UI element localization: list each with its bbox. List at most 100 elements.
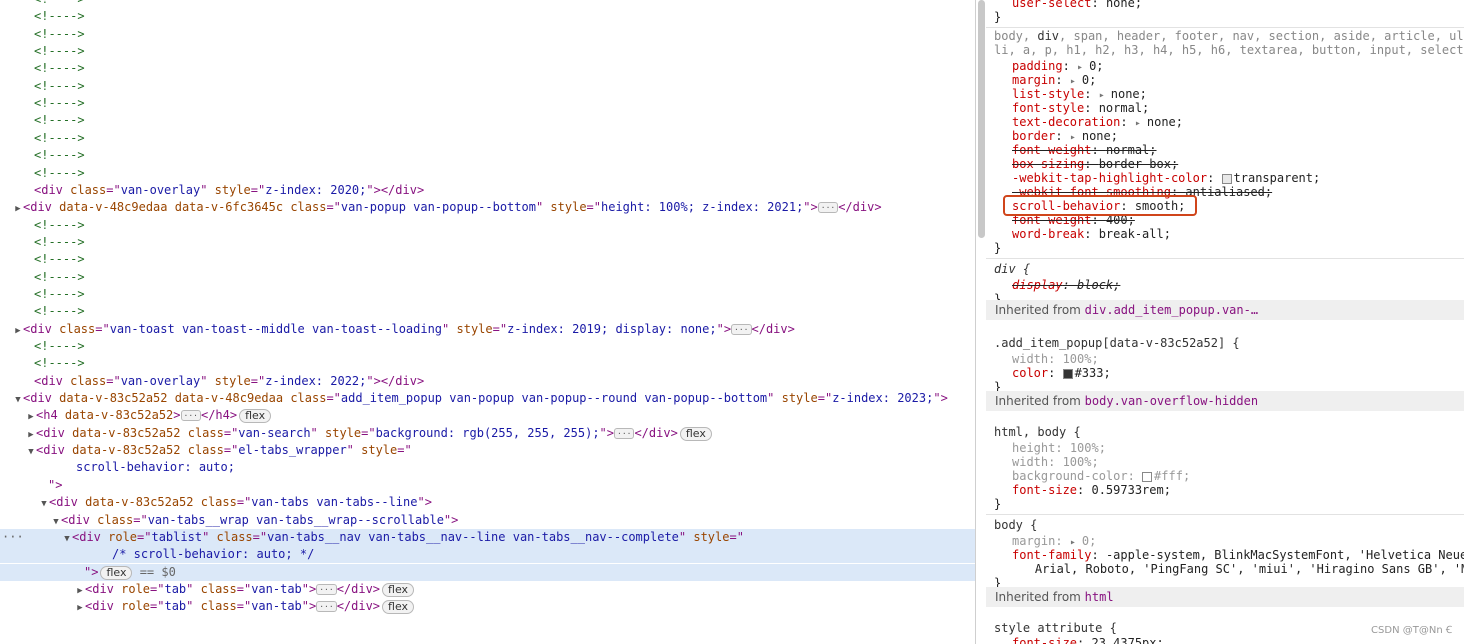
css-property[interactable]: font-style: normal; <box>1012 101 1464 115</box>
dom-node-line[interactable]: <!----> <box>0 60 975 77</box>
dom-node-line[interactable]: ▼ <div data-v-83c52a52 data-v-48c9edaa cl… <box>0 390 975 407</box>
expand-shorthand-icon[interactable]: ▸ <box>1070 537 1082 548</box>
dom-node-line[interactable]: <!----> <box>0 43 975 60</box>
property-value[interactable]: 100%; <box>1063 352 1099 366</box>
css-selector[interactable]: li, a, p, h1, h2, h3, h4, h5, h6, textar… <box>994 43 1464 57</box>
dom-node-line[interactable]: <!----> <box>0 0 975 8</box>
property-value[interactable]: 0; <box>1082 73 1096 87</box>
dom-node-line[interactable]: <div class="van-overlay" style="z-index:… <box>0 373 975 390</box>
flex-badge[interactable]: flex <box>382 582 415 597</box>
dom-node-line[interactable]: ▶ <div role="tab" class="van-tab"> ··· </di… <box>0 581 975 598</box>
css-property[interactable]: font-size: 0.59733rem; <box>1012 483 1464 497</box>
styles-scrollbar[interactable] <box>978 0 985 238</box>
property-value[interactable]: #333; <box>1075 366 1111 380</box>
property-value[interactable]: break-all; <box>1099 227 1171 241</box>
property-name[interactable]: box-sizing <box>1012 157 1084 171</box>
css-selector[interactable]: .add_item_popup[data-v-83c52a52] { <box>994 336 1464 350</box>
dom-node-line[interactable]: <!----> <box>0 165 975 182</box>
property-name[interactable]: width <box>1012 455 1048 469</box>
collapse-triangle-icon[interactable]: ▼ <box>62 531 72 546</box>
property-name[interactable]: -webkit-tap-highlight-color <box>1012 171 1207 185</box>
css-property[interactable]: box-sizing: border-box; <box>1012 157 1464 171</box>
dom-node-line[interactable]: <!----> <box>0 26 975 43</box>
property-value[interactable]: none; <box>1111 87 1147 101</box>
property-value[interactable]: antialiased; <box>1185 185 1272 199</box>
property-name[interactable]: text-decoration <box>1012 115 1120 129</box>
property-name[interactable]: width <box>1012 352 1048 366</box>
expand-shorthand-icon[interactable]: ▸ <box>1070 76 1082 87</box>
dom-node-line[interactable]: <!----> <box>0 251 975 268</box>
flex-badge[interactable]: flex <box>239 409 272 424</box>
property-value[interactable]: 0; <box>1082 534 1096 548</box>
property-name[interactable]: list-style <box>1012 87 1084 101</box>
property-name[interactable]: font-size <box>1012 636 1077 644</box>
expand-shorthand-icon[interactable]: ▸ <box>1070 132 1082 143</box>
dom-node-line[interactable]: <!----> <box>0 112 975 129</box>
dom-node-line[interactable]: <!----> <box>0 8 975 25</box>
dom-node-line[interactable]: <!----> <box>0 355 975 372</box>
dom-node-line[interactable]: <!----> <box>0 95 975 112</box>
dom-node-line[interactable]: "> flex == $0 <box>0 563 975 581</box>
expand-shorthand-icon[interactable]: ▸ <box>1077 62 1089 73</box>
inherited-source-link[interactable]: body.van-overflow-hidden <box>1085 394 1258 408</box>
ellipsis-button[interactable]: ··· <box>180 410 201 422</box>
property-value[interactable]: 0; <box>1089 59 1103 73</box>
property-name[interactable]: font-style <box>1012 101 1084 115</box>
property-value[interactable]: 23.4375px; <box>1091 636 1163 644</box>
flex-badge[interactable]: flex <box>100 565 133 580</box>
dom-node-line[interactable]: ··· ▼ <div role="tablist" class="van-tabs_… <box>0 528 975 546</box>
property-value[interactable]: normal; <box>1106 143 1157 157</box>
dom-node-line[interactable]: <!----> <box>0 147 975 164</box>
expand-triangle-icon[interactable]: ▶ <box>13 323 23 338</box>
property-value[interactable]: none; <box>1147 115 1183 129</box>
property-name[interactable]: padding <box>1012 59 1063 73</box>
ellipsis-button[interactable]: ··· <box>316 583 337 595</box>
css-selector[interactable]: html, body { <box>994 425 1464 439</box>
property-value[interactable]: transparent; <box>1234 171 1321 185</box>
collapse-triangle-icon[interactable]: ▼ <box>26 444 36 459</box>
property-name[interactable]: background-color <box>1012 469 1128 483</box>
dom-node-line[interactable]: <!----> <box>0 269 975 286</box>
property-value[interactable]: 100%; <box>1063 455 1099 469</box>
flex-badge[interactable]: flex <box>679 426 712 441</box>
dom-node-line[interactable]: ▶ <h4 data-v-83c52a52> ··· </h4> flex <box>0 407 975 424</box>
css-property[interactable]: font-weight: normal; <box>1012 143 1464 157</box>
dom-node-line[interactable]: <!----> <box>0 234 975 251</box>
flex-badge[interactable]: flex <box>382 600 415 615</box>
property-name[interactable]: user-select <box>1012 0 1091 10</box>
inherited-source-link[interactable]: html <box>1085 590 1114 604</box>
expand-triangle-icon[interactable]: ▶ <box>75 583 85 598</box>
expand-triangle-icon[interactable]: ▶ <box>75 600 85 615</box>
dom-node-line[interactable]: scroll-behavior: auto; <box>0 459 975 476</box>
dom-node-line[interactable]: ▼ <div data-v-83c52a52 class="el-tabs_wra… <box>0 442 975 459</box>
css-property[interactable]: border: ▸ none; <box>1012 129 1464 143</box>
expand-shorthand-icon[interactable]: ▸ <box>1135 118 1147 129</box>
dom-node-line[interactable]: <!----> <box>0 286 975 303</box>
property-value[interactable]: 100%; <box>1070 441 1106 455</box>
css-selector[interactable]: body, div, span, header, footer, nav, se… <box>994 29 1464 43</box>
css-property[interactable]: user-select: none; <box>1012 0 1464 10</box>
expand-triangle-icon[interactable]: ▶ <box>26 427 36 442</box>
dom-node-line[interactable]: ▶ <div data-v-83c52a52 class="van-search"… <box>0 425 975 442</box>
dom-node-line[interactable]: <!----> <box>0 130 975 147</box>
property-name[interactable]: font-family <box>1012 548 1091 562</box>
dom-node-line[interactable]: ▶ <div role="tab" class="van-tab"> ··· </di… <box>0 598 975 615</box>
property-name[interactable]: word-break <box>1012 227 1084 241</box>
property-name[interactable]: display <box>1012 278 1063 292</box>
panel-divider[interactable] <box>975 0 976 644</box>
css-property[interactable]: margin: ▸ 0; <box>1012 73 1464 87</box>
inherited-source-link[interactable]: div.add_item_popup.van-… <box>1085 303 1258 317</box>
dom-node-line[interactable]: <!----> <box>0 303 975 320</box>
collapse-triangle-icon[interactable]: ▼ <box>51 514 61 529</box>
expand-triangle-icon[interactable]: ▶ <box>26 409 36 424</box>
expand-triangle-icon[interactable]: ▶ <box>13 201 23 216</box>
css-property[interactable]: font-size: 23.4375px; <box>1012 636 1464 644</box>
ellipsis-button[interactable]: ··· <box>817 202 839 214</box>
dom-node-line[interactable]: <div class="van-overlay" style="z-index:… <box>0 182 975 199</box>
css-property[interactable]: height: 100%; <box>1012 441 1464 455</box>
css-property[interactable]: padding: ▸ 0; <box>1012 59 1464 73</box>
css-property[interactable]: list-style: ▸ none; <box>1012 87 1464 101</box>
css-property[interactable]: width: 100%; <box>1012 455 1464 469</box>
css-property[interactable]: -webkit-tap-highlight-color: transparent… <box>1012 171 1464 185</box>
css-property[interactable]: display: block; <box>1012 278 1464 292</box>
